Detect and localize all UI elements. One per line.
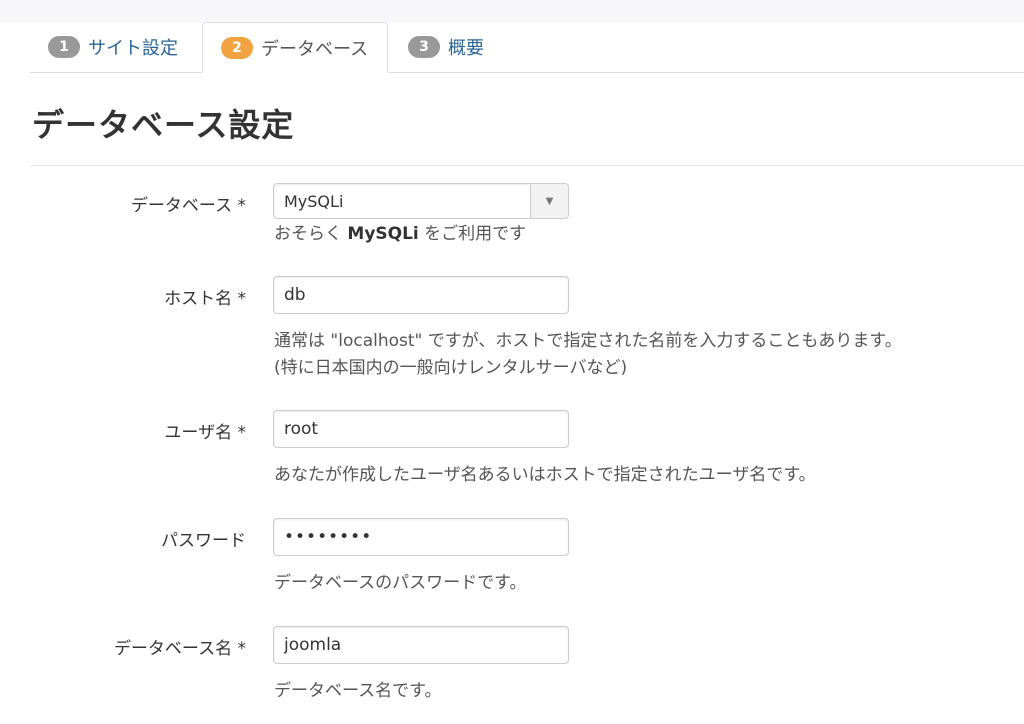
step-3-badge: 3 — [408, 36, 440, 58]
tab-site-settings[interactable]: 1 サイト設定 — [30, 22, 200, 72]
title-divider — [30, 165, 1024, 166]
db-name-help: データベース名です。 — [274, 681, 442, 701]
top-strip — [0, 0, 1024, 22]
db-type-select[interactable]: MySQLi ▼ — [273, 183, 569, 219]
step-1-badge: 1 — [48, 36, 80, 58]
tab-database[interactable]: 2 データベース — [202, 22, 388, 73]
password-help: データベースのパスワードです。 — [274, 573, 527, 593]
page-title: データベース設定 — [32, 106, 295, 144]
db-name-label: データベース名 * — [113, 639, 246, 659]
host-input[interactable] — [273, 276, 569, 314]
host-label: ホスト名 * — [164, 289, 246, 309]
db-type-help-bold: MySQLi — [347, 224, 419, 244]
step-tabs: 1 サイト設定 2 データベース 3 概要 — [30, 22, 1024, 73]
password-input[interactable] — [273, 518, 569, 556]
user-help: あなたが作成したユーザ名あるいはホストで指定されたユーザ名です。 — [274, 465, 816, 485]
db-type-label: データベース * — [130, 196, 246, 216]
tab-overview[interactable]: 3 概要 — [390, 22, 500, 72]
tab-database-label: データベース — [261, 38, 369, 60]
host-help-line2: (特に日本国内の一般向けレンタルサーバなど) — [274, 358, 628, 378]
db-type-value: MySQLi — [284, 191, 344, 211]
db-type-help: おそらく MySQLi をご利用です — [274, 221, 526, 248]
db-type-help-suffix: をご利用です — [418, 224, 527, 244]
host-help-line1: 通常は "localhost" ですが、ホストで指定された名前を入力することもあ… — [274, 331, 902, 351]
user-label: ユーザ名 * — [164, 423, 246, 443]
chevron-down-icon[interactable]: ▼ — [530, 184, 568, 218]
db-name-input[interactable] — [273, 626, 569, 664]
tab-overview-label: 概要 — [448, 38, 484, 59]
db-type-help-prefix: おそらく — [274, 224, 348, 244]
tab-site-settings-label: サイト設定 — [88, 38, 178, 59]
step-2-badge: 2 — [221, 36, 253, 59]
user-input[interactable] — [273, 410, 569, 448]
password-label: パスワード — [161, 531, 246, 551]
